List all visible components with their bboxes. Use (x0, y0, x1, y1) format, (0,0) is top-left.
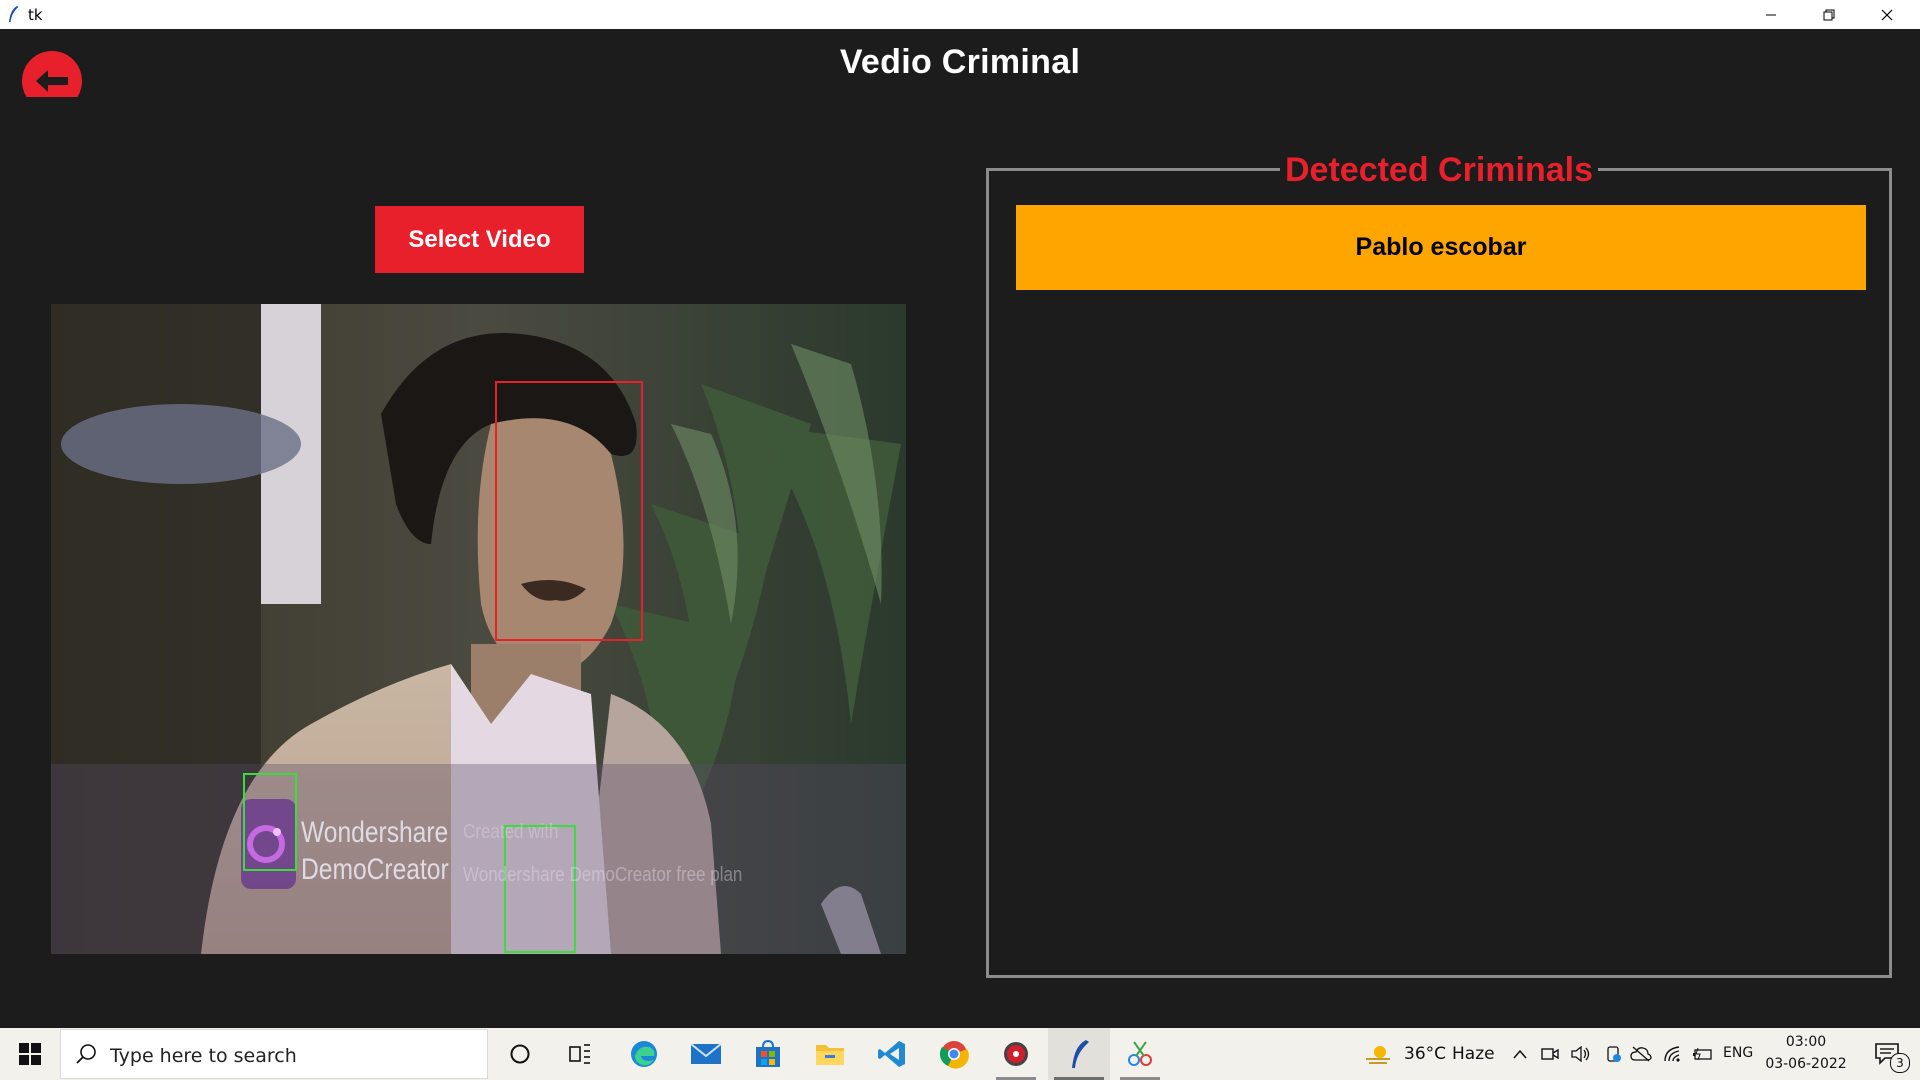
restore-icon (1823, 9, 1835, 20)
edge-icon (631, 1041, 657, 1067)
taskbar-chrome[interactable] (928, 1028, 980, 1080)
taskbar-vscode[interactable] (866, 1028, 918, 1080)
taskbar-mail[interactable] (680, 1028, 732, 1080)
restore-button[interactable] (1800, 0, 1858, 29)
folder-icon (816, 1045, 844, 1065)
taskbar-app-red[interactable] (990, 1028, 1042, 1080)
clock[interactable]: 03:00 03-06-2022 (1760, 1032, 1852, 1076)
watermark-free-plan: Wondershare DemoCreator free plan (463, 864, 743, 886)
window-titlebar: tk (0, 0, 1920, 29)
taskbar-file-explorer[interactable] (804, 1028, 856, 1080)
speaker-icon (1571, 1046, 1590, 1062)
onedrive-button[interactable] (1600, 1028, 1626, 1080)
minimize-icon (1766, 14, 1776, 15)
wifi-icon (1664, 1046, 1680, 1062)
watermark-created-with: Created with (463, 821, 559, 843)
language-indicator[interactable]: ENG (1723, 1045, 1753, 1061)
app-window: Vedio Criminal Select Video Wondershare … (0, 29, 1920, 1028)
battery-button[interactable] (1690, 1028, 1716, 1080)
show-hidden-icons-button[interactable] (1508, 1028, 1532, 1080)
taskbar-store[interactable] (742, 1028, 794, 1080)
taskbar-tk-app[interactable] (1048, 1028, 1110, 1080)
task-view-icon (569, 1044, 590, 1064)
search-placeholder: Type here to search (110, 1045, 297, 1067)
battery-icon (1693, 1047, 1712, 1061)
video-frame: Wondershare DemoCreator Created with Won… (51, 304, 906, 954)
weather-condition[interactable]: Haze (1452, 1044, 1495, 1064)
clock-time: 03:00 (1785, 1034, 1827, 1050)
feather-icon (9, 6, 19, 22)
taskbar: Type here to search 36°C Haze ENG 03:00 … (0, 1028, 1920, 1080)
window-title: tk (28, 6, 43, 24)
mail-icon (690, 1043, 722, 1064)
watermark-brand-line2: DemoCreator (301, 853, 449, 886)
search-box[interactable]: Type here to search (60, 1029, 488, 1079)
feather-icon (1072, 1040, 1089, 1068)
vscode-icon (878, 1041, 905, 1067)
windows-icon (19, 1043, 41, 1065)
cortana-icon (510, 1044, 530, 1064)
weather-widget[interactable] (1362, 1028, 1394, 1080)
panel-title-text: Detected Criminals (1280, 151, 1598, 189)
haze-sun-icon (1366, 1046, 1390, 1064)
page-title: Vedio Criminal (839, 43, 1081, 81)
search-icon (76, 1044, 96, 1064)
video-image (51, 304, 906, 954)
snipping-tool-icon (1128, 1041, 1152, 1066)
cloud-sync-button[interactable] (1628, 1028, 1654, 1080)
notifications-button[interactable]: 3 (1864, 1028, 1910, 1080)
close-button[interactable] (1858, 0, 1916, 29)
chrome-icon (939, 1041, 969, 1069)
watermark-brand-line1: Wondershare (301, 816, 449, 849)
taskbar-snip[interactable] (1114, 1028, 1166, 1080)
notification-badge: 3 (1890, 1053, 1910, 1073)
start-button[interactable] (0, 1028, 60, 1080)
store-icon (756, 1039, 780, 1067)
cortana-button[interactable] (496, 1028, 544, 1080)
onedrive-icon (1607, 1046, 1621, 1062)
taskbar-edge[interactable] (618, 1028, 670, 1080)
volume-button[interactable] (1568, 1028, 1594, 1080)
detected-criminal-item[interactable]: Pablo escobar (1016, 205, 1866, 290)
watermark-brand: Wondershare DemoCreator (301, 814, 449, 888)
chevron-up-icon (1513, 1049, 1527, 1059)
minimize-button[interactable] (1742, 0, 1800, 29)
camera-icon (1541, 1048, 1559, 1060)
close-icon (1881, 9, 1893, 20)
meet-now-button[interactable] (1538, 1028, 1562, 1080)
app-red-icon (1004, 1042, 1028, 1066)
detected-criminals-panel: Detected Criminals Pablo escobar (986, 151, 1892, 978)
select-video-button[interactable]: Select Video (375, 206, 584, 273)
clock-date: 03-06-2022 (1765, 1056, 1847, 1072)
network-button[interactable] (1660, 1028, 1686, 1080)
weather-temp[interactable]: 36°C (1404, 1044, 1446, 1064)
cloud-off-icon (1630, 1046, 1652, 1062)
task-view-button[interactable] (556, 1028, 604, 1080)
panel-title: Detected Criminals (989, 151, 1889, 189)
